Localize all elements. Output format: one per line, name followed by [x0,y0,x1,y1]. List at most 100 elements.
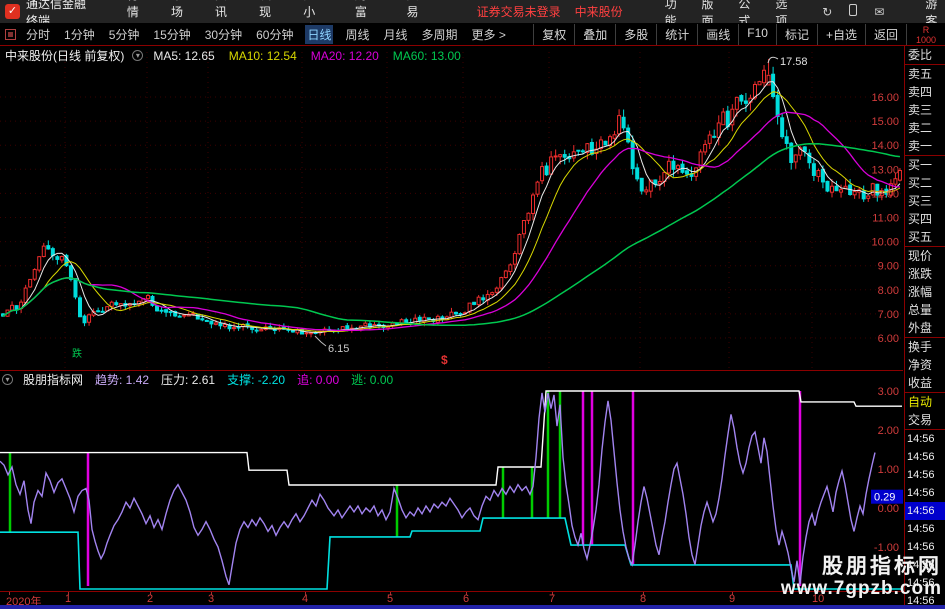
svg-text:15.00: 15.00 [871,116,899,128]
sidebar-row[interactable]: 换手 [905,338,945,356]
sidebar-row[interactable]: 自动 [905,393,945,411]
toolbar-buttons: 复权 叠加 多股 统计 画线 F10 标记 +自选 返回 [533,23,907,45]
app-logo-icon: ✓ [5,4,20,19]
tick-trade-row[interactable]: 14:56 [905,538,945,556]
svg-text:2.00: 2.00 [878,425,899,437]
corner-indicator: R 1000 [907,24,945,45]
sidebar-row[interactable]: 卖一 [905,137,945,155]
collapse-icon[interactable]: ▾ [2,374,13,385]
svg-text:10.00: 10.00 [871,237,899,249]
x-axis-label: 6 [463,593,470,605]
corner-r: R [922,24,930,35]
sidebar-row[interactable]: 外盘 [905,319,945,337]
current-stock-name: 中来股份 [574,5,623,19]
x-axis-label: 8 [640,593,647,605]
x-axis-label: 4 [302,593,309,605]
tick-trade-row[interactable]: 14:56 [905,502,945,520]
sidebar-row[interactable]: 净资 [905,356,945,374]
watermark-site-name: 股朋指标网 [822,555,942,578]
svg-text:1.00: 1.00 [878,464,899,476]
tick-trade-row[interactable]: 14:56 [905,484,945,502]
period-tab[interactable]: 日线 [305,24,334,44]
x-axis-label: 2 [147,593,154,605]
sidebar-row[interactable]: 涨幅 [905,283,945,301]
x-axis: 2020年 1 2 3 4 5 6 7 8 9 10 [0,591,904,608]
period-tab[interactable]: 分时 [24,25,52,44]
sidebar-row[interactable]: 买一 [905,156,945,174]
sidebar-row[interactable]: 买四 [905,210,945,228]
indicator-name: 股朋指标网 [23,373,84,387]
svg-text:12.00: 12.00 [871,188,899,200]
window-icon[interactable] [5,28,16,40]
svg-text:3.00: 3.00 [878,387,899,398]
period-tabs: 分时 1分钟 5分钟 15分钟 30分钟 60分钟 日线 周线 月线 多周期 更多 > [24,24,518,44]
titlebar: ✓ 通达信金融终端 行情市场资讯发现问小达财富圈交易 证券交易未登录中来股份 功… [0,0,945,36]
toolbar-button[interactable]: F10 [738,23,776,45]
sidebar-row[interactable]: 买五 [905,228,945,246]
refresh-icon[interactable]: ↻ [822,5,832,19]
ma-labels: MA5: 12.65 MA10: 12.54 MA20: 12.20 MA60: 13… [153,49,475,63]
sidebar-row[interactable]: 涨跌 [905,265,945,283]
chart-title: 中来股份(日线 前复权) [5,49,125,63]
sidebar-row[interactable]: 总量 [905,301,945,319]
ma-label: MA60: 13.00 [392,48,461,63]
ma-label: MA10: 12.54 [228,48,297,63]
period-tab[interactable]: 1分钟 [62,25,97,44]
period-tab[interactable]: 周线 [343,25,371,44]
sidebar-row[interactable]: 委比 [905,46,945,64]
indicator-canvas[interactable]: 3.00 2.00 1.00 0.00 -1.00 0.29 [0,387,903,591]
login-status: 证券交易未登录 中来股份 [477,3,623,20]
toolbar-button[interactable]: 返回 [864,23,907,45]
tick-trade-row[interactable]: 14:56 [905,466,945,484]
period-tab[interactable]: 30分钟 [203,25,244,44]
period-tab[interactable]: 5分钟 [107,25,142,44]
toolbar-button[interactable]: +自选 [816,23,865,45]
toolbar-button[interactable]: 复权 [533,23,574,45]
sidebar-row[interactable]: 交易 [905,411,945,429]
sidebar-row[interactable]: 卖三 [905,101,945,119]
toolbar-button[interactable]: 标记 [775,23,817,45]
main-chart-panel: 中来股份(日线 前复权) ▾ MA5: 12.65 MA10: 12.54 MA20… [0,46,903,371]
period-tab[interactable]: 多周期 [420,25,460,44]
period-tab[interactable]: 15分钟 [151,25,192,44]
x-axis-label: 3 [208,593,215,605]
main-chart-canvas[interactable]: 跌 6.15 $17.58 16.00 15.00 14.00 13.00 12.00 11.0… [0,46,903,371]
svg-text:6.15: 6.15 [328,343,349,355]
sidebar-row[interactable]: 收益 [905,374,945,392]
toolbar-button[interactable]: 叠加 [574,23,615,45]
titlebar-icons: ↻ ✉ [822,4,901,19]
period-toolbar: 分时 1分钟 5分钟 15分钟 30分钟 60分钟 日线 周线 月线 多周期 更多 > 复权 叠加 多股… [0,23,945,46]
main-chart-header: 中来股份(日线 前复权) ▾ MA5: 12.65 MA10: 12.54 MA20… [5,47,475,64]
period-tab[interactable]: 60分钟 [254,25,295,44]
svg-text:14.00: 14.00 [871,140,899,152]
tick-trade-row[interactable]: 14:56 [905,448,945,466]
watermark: 股朋指标网 www.7gpzb.com [780,555,942,599]
toolbar-button[interactable]: 多股 [615,23,656,45]
svg-text:0.00: 0.00 [878,503,899,515]
indicator-param: 压力: 2.61 [161,373,216,387]
sidebar-row[interactable]: 卖五 [905,65,945,83]
tick-trade-row[interactable]: 14:56 [905,520,945,538]
x-axis-label: 7 [549,593,556,605]
svg-text:11.00: 11.00 [872,213,899,225]
sidebar-row[interactable]: 卖二 [905,119,945,137]
toolbar-button[interactable]: 画线 [697,23,738,45]
tick-trade-row[interactable]: 14:56 [905,430,945,448]
sidebar-row[interactable]: 现价 [905,247,945,265]
period-tab[interactable]: 月线 [382,25,410,44]
mail-icon[interactable]: ✉ [874,5,884,19]
svg-text:8.00: 8.00 [878,285,899,297]
svg-text:$: $ [441,353,448,367]
svg-text:-1.00: -1.00 [874,542,899,554]
toolbar-button[interactable]: 统计 [656,23,697,45]
period-tab[interactable]: 更多 > [470,25,508,44]
watermark-url: www.7gpzb.com [780,577,942,599]
sidebar-row[interactable]: 卖四 [905,83,945,101]
indicator-param: 追: 0.00 [297,373,340,387]
mobile-icon[interactable] [849,4,858,19]
svg-text:0.29: 0.29 [874,492,895,504]
collapse-icon[interactable]: ▾ [132,50,144,61]
sidebar-row[interactable]: 买二 [905,174,945,192]
sidebar-row[interactable]: 买三 [905,192,945,210]
ma-label: MA20: 12.20 [310,48,379,63]
